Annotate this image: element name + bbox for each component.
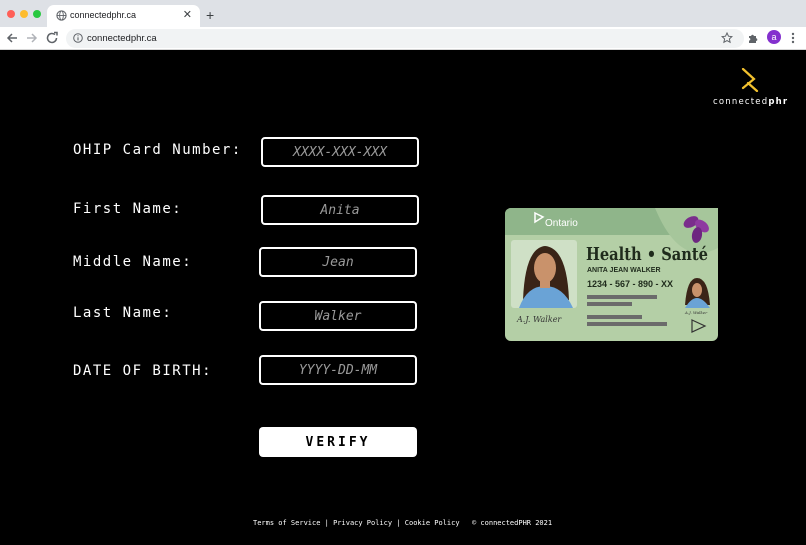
footer-links: Terms of Service | Privacy Policy | Cook… (253, 519, 460, 527)
sample-health-card-image: Ontario A.J. Walker Health • Santé ANITA… (505, 208, 718, 341)
tab-title: connectedphr.ca (70, 10, 137, 20)
card-redacted-line (587, 315, 642, 319)
close-window-button[interactable] (7, 10, 15, 18)
footer-separator: | (324, 519, 329, 527)
last-name-input[interactable] (259, 301, 417, 331)
cookie-policy-link[interactable]: Cookie Policy (405, 519, 460, 527)
forward-arrow-icon[interactable] (25, 31, 39, 45)
reload-icon[interactable] (45, 31, 59, 45)
card-portrait-image (511, 240, 577, 308)
card-number-text: 1234 - 567 - 890 - XX (587, 279, 673, 289)
first-name-input[interactable] (261, 195, 419, 225)
extensions-puzzle-icon[interactable] (747, 32, 759, 44)
card-signature-text: A.J. Walker (516, 315, 562, 324)
address-bar[interactable]: connectedphr.ca (66, 29, 744, 48)
kebab-menu-icon[interactable] (789, 31, 797, 45)
minimize-window-button[interactable] (20, 10, 28, 18)
logo-wordmark: connectedphr (713, 97, 788, 107)
terms-of-service-link[interactable]: Terms of Service (253, 519, 320, 527)
maximize-window-button[interactable] (33, 10, 41, 18)
new-tab-button[interactable]: + (206, 8, 214, 22)
footer-copyright: © connectedPHR 2021 (472, 519, 553, 527)
bookmark-star-icon[interactable] (721, 32, 733, 44)
profile-avatar[interactable]: a (767, 30, 781, 44)
card-redacted-line (587, 322, 667, 326)
privacy-policy-link[interactable]: Privacy Policy (333, 519, 392, 527)
verify-button[interactable]: VERIFY (259, 427, 417, 457)
logo-wordmark-bold: phr (768, 97, 789, 107)
tab-close-icon[interactable]: ✕ (183, 9, 192, 21)
last-name-label: Last Name: (73, 305, 173, 321)
connectedphr-logo-icon (741, 68, 759, 92)
back-arrow-icon[interactable] (5, 31, 19, 45)
ohip-card-number-input[interactable] (261, 137, 419, 167)
first-name-label: First Name: (73, 201, 183, 217)
middle-name-input[interactable] (259, 247, 417, 277)
middle-name-label: Middle Name: (73, 254, 193, 270)
card-title-text: Health • Santé (586, 244, 708, 265)
card-province-text: Ontario (545, 218, 578, 229)
date-of-birth-label: DATE OF BIRTH: (73, 363, 213, 379)
card-small-signature-text: A.J. Walker (684, 310, 708, 315)
browser-tab[interactable]: connectedphr.ca ✕ (47, 5, 200, 27)
logo-wordmark-regular: connected (713, 97, 769, 107)
info-icon[interactable] (73, 33, 83, 43)
browser-toolbar: connectedphr.ca a (0, 27, 806, 50)
url-text[interactable]: connectedphr.ca (87, 33, 157, 44)
ohip-label: OHIP Card Number: (73, 142, 242, 158)
page-content: connectedphr OHIP Card Number: First Nam… (0, 51, 806, 545)
footer-separator: | (396, 519, 401, 527)
globe-icon (56, 10, 67, 21)
card-redacted-line (587, 302, 632, 306)
date-of-birth-input[interactable] (259, 355, 417, 385)
browser-tab-bar: connectedphr.ca ✕ + (0, 0, 806, 27)
card-redacted-line (587, 295, 657, 299)
card-holder-name-text: ANITA JEAN WALKER (587, 267, 661, 274)
